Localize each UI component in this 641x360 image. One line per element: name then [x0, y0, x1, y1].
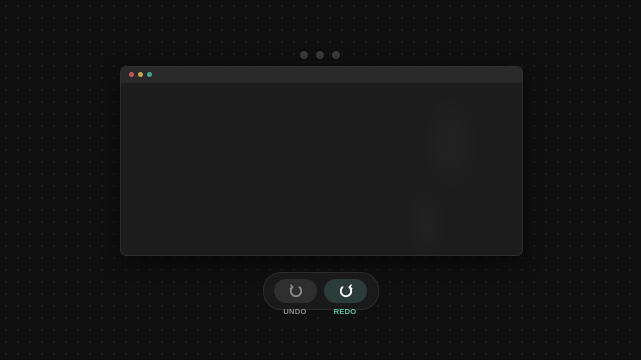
undo-label: UNDO [283, 307, 307, 316]
maximize-window-icon[interactable] [147, 72, 152, 77]
redo-label: REDO [333, 307, 357, 316]
window-titlebar [121, 67, 522, 83]
page-dot-1[interactable] [300, 51, 308, 59]
minimize-window-icon[interactable] [138, 72, 143, 77]
undo-button[interactable] [274, 279, 317, 303]
page-dot-3[interactable] [332, 51, 340, 59]
window-content [121, 83, 522, 255]
undo-icon [289, 284, 302, 298]
app-window [120, 66, 523, 256]
close-window-icon[interactable] [129, 72, 134, 77]
page-indicator [300, 51, 340, 59]
stage: UNDO REDO [0, 0, 641, 360]
undo-redo-toolbar [263, 272, 379, 310]
page-dot-2[interactable] [316, 51, 324, 59]
redo-icon [339, 284, 352, 298]
redo-button[interactable] [324, 279, 367, 303]
